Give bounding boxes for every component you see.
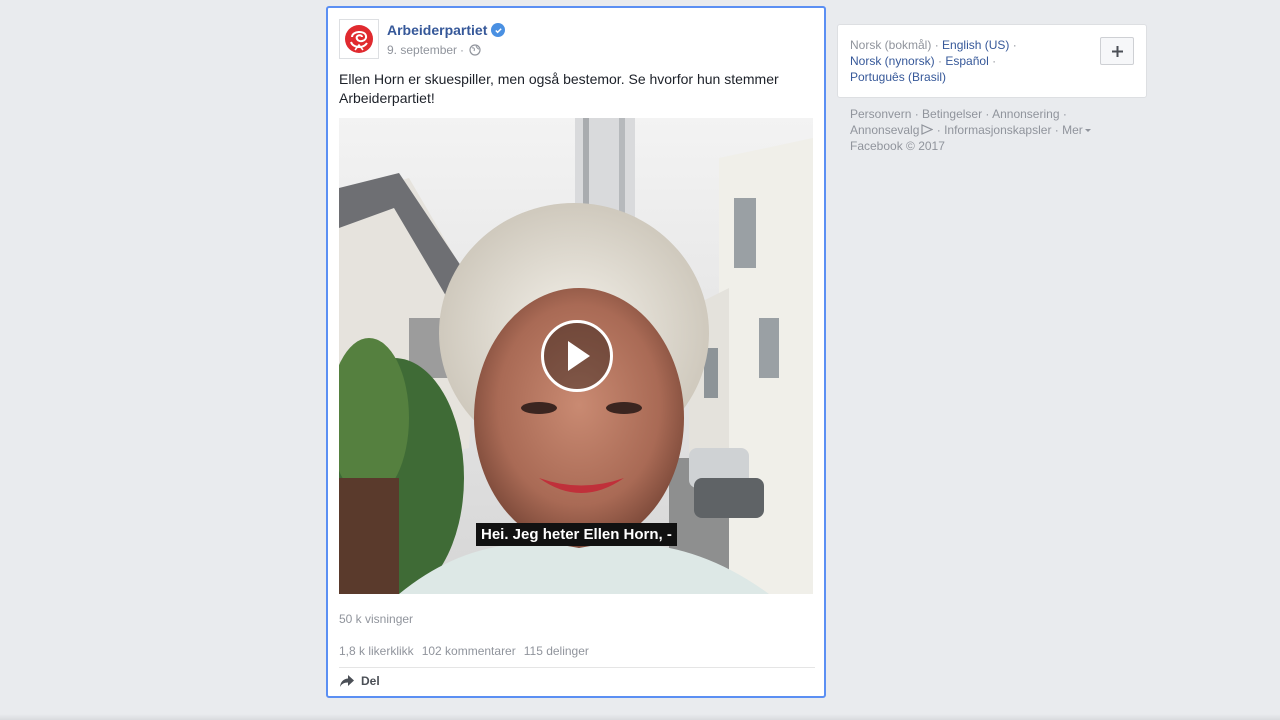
post-card: Arbeiderpartiet 9. september · Ellen Hor… (326, 6, 826, 698)
post-stats: 1,8 k likerklikk 102 kommentarer 115 del… (339, 644, 597, 658)
share-arrow-icon (340, 675, 354, 687)
post-header: Arbeiderpartiet 9. september · (339, 19, 809, 61)
language-separator: · (934, 38, 939, 52)
play-button[interactable] (541, 320, 613, 392)
footer-link-personvern[interactable]: Personvern (850, 107, 911, 121)
footer-link-mer[interactable]: Mer (1062, 123, 1083, 137)
bottom-shade (0, 714, 1280, 720)
footer-link-annonsering[interactable]: Annonsering (992, 107, 1059, 121)
plus-icon (1111, 45, 1123, 57)
view-count: 50 k visninger (339, 612, 414, 626)
language-separator: · (992, 54, 997, 68)
language-link-espanol[interactable]: Español (945, 54, 988, 68)
footer-link-informasjonskapsler[interactable]: Informasjonskapsler (944, 123, 1051, 137)
language-separator: · (938, 54, 943, 68)
post-meta: 9. september · (387, 43, 481, 57)
footer-link-annonsevalg[interactable]: Annonsevalg (850, 123, 919, 137)
language-list: Norsk (bokmål) · English (US) · Norsk (n… (850, 37, 1050, 85)
globe-icon[interactable] (469, 44, 481, 56)
page-name-link[interactable]: Arbeiderpartiet (387, 22, 487, 38)
page: Arbeiderpartiet 9. september · Ellen Hor… (0, 0, 1280, 720)
comments-count-link[interactable]: 102 kommentarer (422, 644, 516, 658)
video-subtitle: Hei. Jeg heter Ellen Horn, - (476, 523, 677, 546)
meta-separator: · (460, 43, 465, 57)
language-link-english-us[interactable]: English (US) (942, 38, 1009, 52)
chevron-down-icon (1084, 129, 1091, 132)
copyright: Facebook © 2017 (850, 139, 945, 153)
play-icon (568, 341, 590, 371)
language-link-norsk-nynorsk[interactable]: Norsk (nynorsk) (850, 54, 935, 68)
post-date-link[interactable]: 9. september (387, 43, 457, 57)
post-text: Ellen Horn er skuespiller, men også best… (339, 71, 779, 106)
language-separator: · (1012, 38, 1017, 52)
footer-links: Personvern · Betingelser · Annonsering ·… (850, 106, 1140, 154)
language-selector: Norsk (bokmål) · English (US) · Norsk (n… (837, 24, 1147, 98)
language-link-portugues-brasil[interactable]: Português (Brasil) (850, 70, 946, 84)
verified-badge-icon (491, 23, 505, 37)
rose-logo-icon (345, 25, 373, 53)
adchoices-icon (921, 124, 934, 135)
video-player[interactable]: Hei. Jeg heter Ellen Horn, - (339, 118, 813, 594)
likes-count-link[interactable]: 1,8 k likerklikk (339, 644, 414, 658)
action-divider (339, 667, 815, 668)
share-label: Del (361, 674, 380, 688)
shares-count-link[interactable]: 115 delinger (524, 644, 589, 658)
page-avatar[interactable] (339, 19, 379, 59)
footer-link-betingelser[interactable]: Betingelser (922, 107, 982, 121)
share-button[interactable]: Del (339, 674, 380, 688)
language-current: Norsk (bokmål) (850, 38, 932, 52)
add-language-button[interactable] (1100, 37, 1134, 65)
